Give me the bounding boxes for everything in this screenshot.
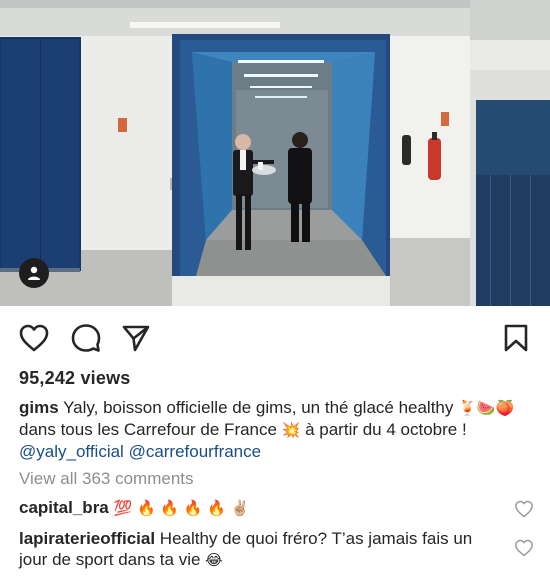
comment-like-button[interactable] <box>514 499 534 519</box>
caption-text: Yaly, boisson officielle de gims, un thé… <box>58 398 459 417</box>
share-icon <box>122 325 150 352</box>
comment-emojis: 😂 <box>205 551 223 569</box>
comment-item: lapiraterieofficial Healthy de quoi frér… <box>19 528 499 571</box>
comment-item: capital_bra 💯 🔥 🔥 🔥 🔥 ✌🏼 <box>19 497 499 519</box>
post-caption: gims Yaly, boisson officielle de gims, u… <box>19 397 534 462</box>
post-action-bar <box>0 318 550 358</box>
share-button[interactable] <box>116 318 156 358</box>
caption-text: dans tous les Carrefour de France <box>19 420 282 439</box>
heart-icon <box>515 500 533 518</box>
caption-emoji: 🍹 <box>458 399 477 417</box>
caption-username[interactable]: gims <box>19 398 59 417</box>
view-count[interactable]: 95,242 views <box>19 368 131 389</box>
view-all-comments-link[interactable]: View all 363 comments <box>19 469 194 489</box>
heart-icon <box>515 539 533 557</box>
comment-like-button[interactable] <box>514 538 534 558</box>
heart-icon <box>19 324 49 352</box>
comment-icon <box>71 324 101 352</box>
comment-username[interactable]: lapiraterieofficial <box>19 529 155 548</box>
bookmark-icon <box>504 324 528 352</box>
caption-text: à partir du 4 octobre ! <box>300 420 467 439</box>
caption-emoji: 🍉🍑 <box>476 399 515 417</box>
comment-username[interactable]: capital_bra <box>19 498 109 517</box>
comment-button[interactable] <box>66 318 106 358</box>
caption-emoji: 💥 <box>281 421 301 439</box>
user-tag-icon <box>28 266 40 280</box>
save-button[interactable] <box>496 318 536 358</box>
comment-emojis: 💯 🔥 🔥 🔥 🔥 ✌🏼 <box>113 499 250 517</box>
elevator-scene-image <box>0 0 550 306</box>
user-tag-button[interactable] <box>19 258 49 288</box>
post-media[interactable] <box>0 0 550 306</box>
like-button[interactable] <box>14 318 54 358</box>
mention-link[interactable]: @yaly_official <box>19 442 124 461</box>
mention-link[interactable]: @carrefourfrance <box>129 442 262 461</box>
